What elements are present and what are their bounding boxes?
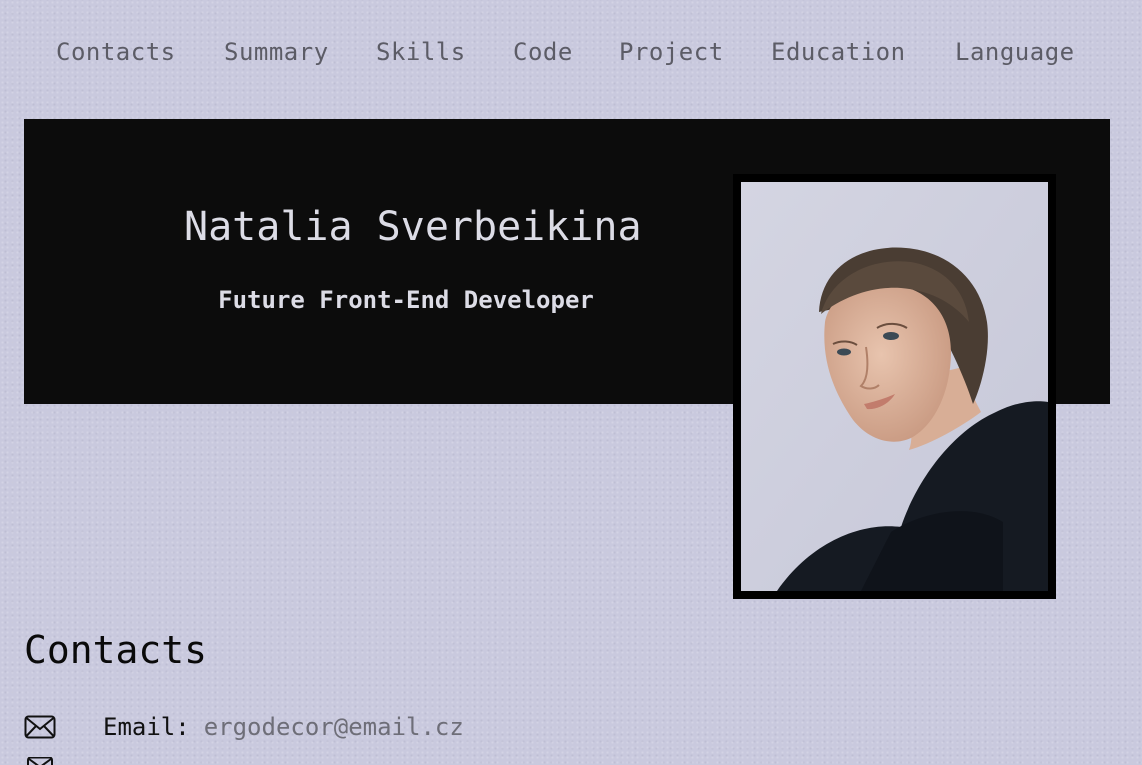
top-navigation: Contacts Summary Skills Code Project Edu… [0,34,1142,74]
next-contact-icon [27,757,53,765]
email-label: Email: [103,713,190,741]
portrait-photo [741,182,1048,591]
contact-email-row: Email: ergodecor@email.cz [24,710,464,744]
envelope-icon [24,715,56,739]
hero-role: Future Front-End Developer [218,286,594,314]
portrait-photo-frame [733,174,1056,599]
nav-link-contacts[interactable]: Contacts [56,34,176,70]
nav-link-project[interactable]: Project [619,34,724,70]
hero-name: Natalia Sverbeikina [184,204,642,250]
nav-link-education[interactable]: Education [771,34,906,70]
nav-link-summary[interactable]: Summary [224,34,329,70]
nav-link-skills[interactable]: Skills [376,34,466,70]
nav-link-code[interactable]: Code [513,34,573,70]
portrait-illustration [741,182,1048,591]
email-link[interactable]: ergodecor@email.cz [204,713,464,741]
nav-link-language[interactable]: Language [955,34,1075,70]
contacts-section-title: Contacts [24,628,208,672]
